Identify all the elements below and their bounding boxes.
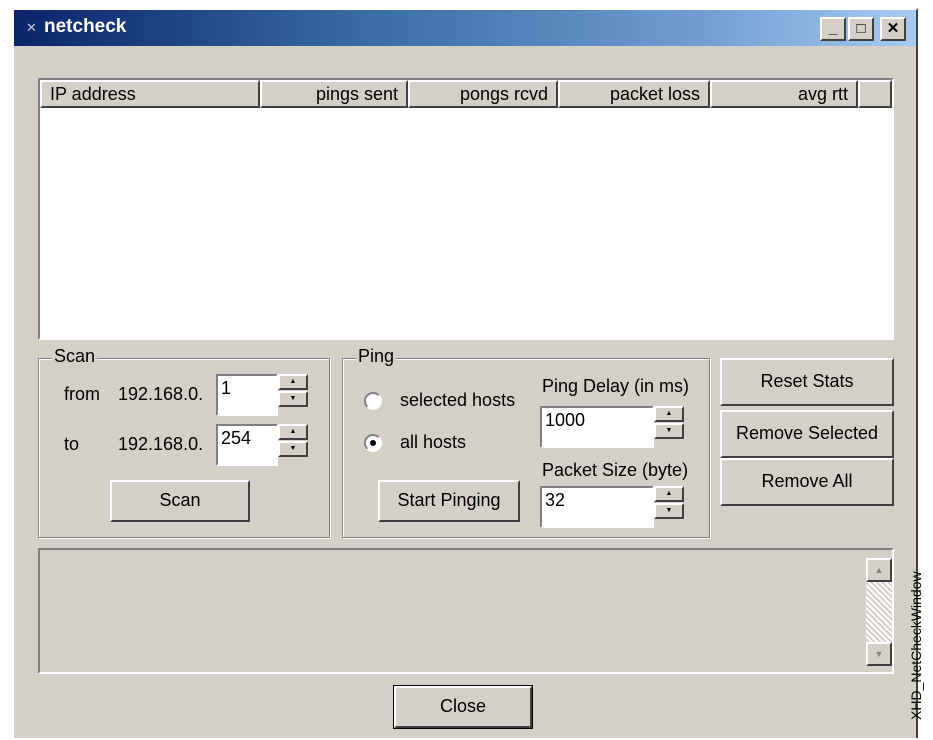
down-arrow-icon[interactable]: ▼ <box>654 423 684 439</box>
log-scrollbar[interactable]: ▲ ▼ <box>866 558 892 666</box>
close-icon: ✕ <box>886 20 900 37</box>
column-header-avg-rtt[interactable]: avg rtt <box>710 80 858 108</box>
ping-group-label: Ping <box>356 346 397 367</box>
minimize-icon: _ <box>828 20 838 37</box>
scroll-up-icon[interactable]: ▲ <box>866 558 892 582</box>
title-bar[interactable]: ✕ netcheck _ □ ✕ <box>14 10 916 46</box>
column-header-pings-sent[interactable]: pings sent <box>260 80 408 108</box>
radio-button[interactable] <box>364 392 382 410</box>
up-arrow-icon[interactable]: ▲ <box>654 486 684 502</box>
to-prefix: 192.168.0. <box>118 434 204 454</box>
column-header-pongs-rcvd[interactable]: pongs rcvd <box>408 80 558 108</box>
radio-selected-hosts-label: selected hosts <box>400 390 516 410</box>
radio-all-hosts-label: all hosts <box>400 432 467 452</box>
remove-selected-button[interactable]: Remove Selected <box>720 410 894 458</box>
from-prefix: 192.168.0. <box>118 384 204 404</box>
remove-all-button[interactable]: Remove All <box>720 458 894 506</box>
column-header-filler <box>858 80 892 108</box>
scan-button[interactable]: Scan <box>110 480 250 522</box>
maximize-icon: □ <box>856 20 866 37</box>
packet-size-input[interactable]: 32 <box>540 486 654 528</box>
up-arrow-icon[interactable]: ▲ <box>278 374 308 390</box>
netcheck-window: ✕ netcheck _ □ ✕ IP address pings sent p… <box>12 8 918 738</box>
window-title: netcheck <box>44 16 127 37</box>
log-area[interactable]: ▲ ▼ <box>38 548 894 674</box>
down-arrow-icon[interactable]: ▼ <box>278 391 308 407</box>
column-header-ip[interactable]: IP address <box>40 80 260 108</box>
close-button[interactable]: Close <box>393 685 533 729</box>
reset-stats-button[interactable]: Reset Stats <box>720 358 894 406</box>
maximize-button[interactable]: □ <box>848 17 874 41</box>
start-pinging-button[interactable]: Start Pinging <box>378 480 520 522</box>
packet-size-label: Packet Size (byte) <box>542 460 689 480</box>
down-arrow-icon[interactable]: ▼ <box>278 441 308 457</box>
up-arrow-icon[interactable]: ▲ <box>654 406 684 422</box>
ping-delay-input[interactable]: 1000 <box>540 406 654 448</box>
up-arrow-icon[interactable]: ▲ <box>278 424 308 440</box>
to-label: to <box>64 434 80 454</box>
to-input[interactable]: 254 <box>216 424 278 466</box>
figure-caption: XHD_NetCheckWindow <box>908 571 924 720</box>
scroll-down-icon[interactable]: ▼ <box>866 642 892 666</box>
scan-group-label: Scan <box>52 346 98 367</box>
from-input[interactable]: 1 <box>216 374 278 416</box>
close-window-button[interactable]: ✕ <box>880 17 906 41</box>
radio-button[interactable] <box>364 434 382 452</box>
column-header-packet-loss[interactable]: packet loss <box>558 80 710 108</box>
minimize-button[interactable]: _ <box>820 17 846 41</box>
ping-delay-label: Ping Delay (in ms) <box>542 376 690 396</box>
host-list[interactable]: IP address pings sent pongs rcvd packet … <box>38 78 894 340</box>
from-label: from <box>64 384 100 404</box>
radio-checked-dot <box>370 440 376 446</box>
down-arrow-icon[interactable]: ▼ <box>654 503 684 519</box>
app-icon: ✕ <box>26 20 37 35</box>
